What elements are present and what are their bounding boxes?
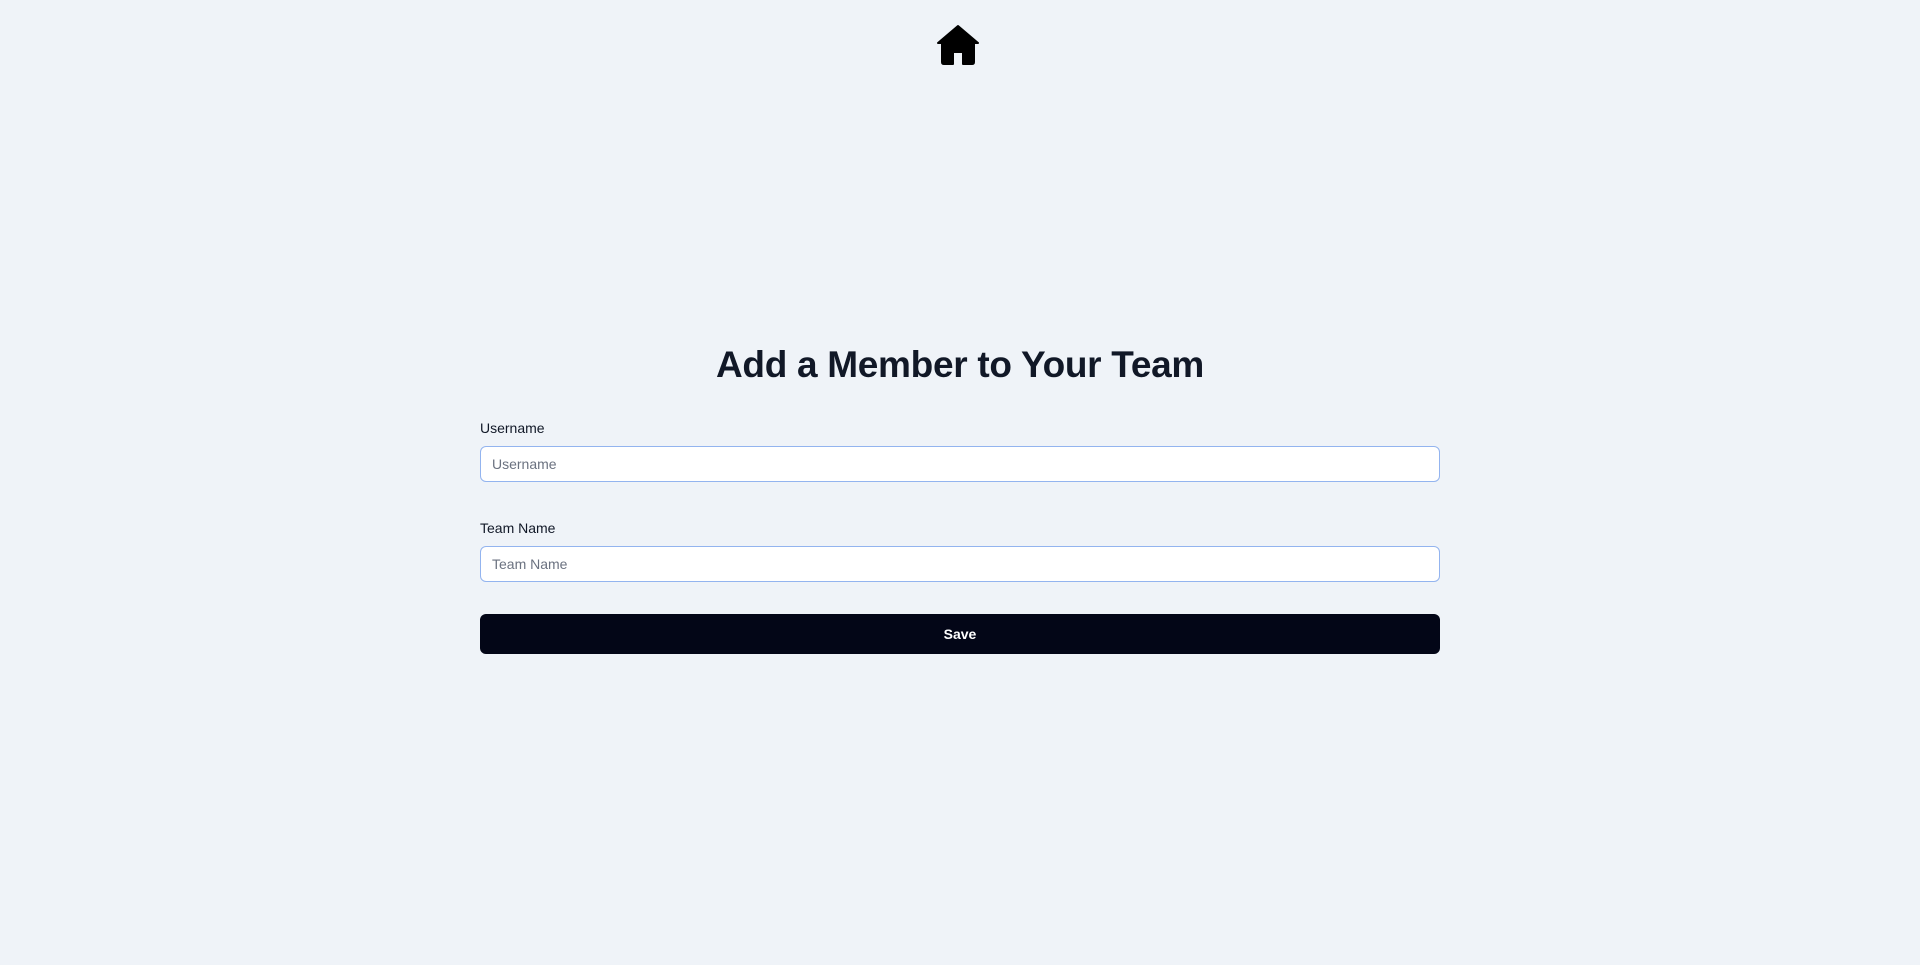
home-icon — [937, 25, 979, 65]
home-link[interactable] — [937, 24, 979, 66]
team-name-input[interactable] — [480, 546, 1440, 582]
add-member-form: Add a Member to Your Team Username Team … — [480, 340, 1440, 654]
team-name-label: Team Name — [480, 520, 556, 536]
page-title: Add a Member to Your Team — [716, 344, 1204, 385]
username-input[interactable] — [480, 446, 1440, 482]
username-label: Username — [480, 420, 545, 436]
save-button[interactable]: Save — [480, 614, 1440, 654]
page: Add a Member to Your Team Username Team … — [0, 0, 1920, 965]
team-name-group: Team Name — [480, 518, 1440, 582]
username-group: Username — [480, 418, 1440, 482]
actions: Save — [480, 614, 1440, 654]
